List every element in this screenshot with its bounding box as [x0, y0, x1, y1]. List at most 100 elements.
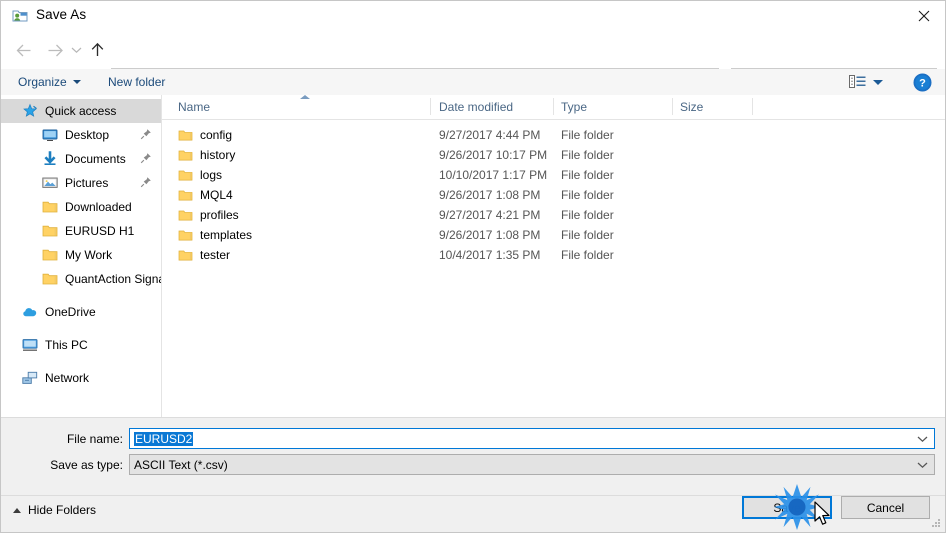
column-divider[interactable]	[430, 98, 431, 115]
table-row[interactable]: profiles 9/27/2017 4:21 PM File folder	[162, 206, 945, 226]
help-question-icon: ?	[913, 73, 932, 92]
pin-icon[interactable]	[140, 176, 152, 188]
sidebar-item-label: EURUSD H1	[65, 224, 135, 238]
file-date: 9/26/2017 1:08 PM	[439, 228, 541, 242]
network-icon	[22, 370, 38, 386]
folder-icon	[178, 229, 193, 242]
save-as-type-dropdown-button[interactable]	[914, 455, 930, 474]
column-header-name[interactable]: Name	[178, 100, 210, 114]
sidebar-item-label: QuantAction Signal	[65, 272, 161, 286]
file-type: File folder	[561, 248, 614, 262]
table-row[interactable]: MQL4 9/26/2017 1:08 PM File folder	[162, 186, 945, 206]
sidebar-item-eurusd-h1[interactable]: EURUSD H1	[1, 219, 161, 243]
table-row[interactable]: history 9/26/2017 10:17 PM File folder	[162, 146, 945, 166]
pictures-image-icon	[42, 175, 58, 191]
sidebar-item-label: Pictures	[65, 176, 109, 190]
folder-icon	[42, 223, 58, 239]
new-folder-button[interactable]: New folder	[108, 73, 165, 91]
file-date: 9/27/2017 4:44 PM	[439, 128, 541, 142]
sidebar-item-label: This PC	[45, 338, 88, 352]
documents-download-icon	[42, 151, 58, 167]
folder-icon	[178, 249, 193, 262]
file-type: File folder	[561, 228, 614, 242]
file-list-pane[interactable]: Name Date modified Type Size config 9/27/…	[162, 95, 945, 417]
sidebar-item-quantaction-signal[interactable]: QuantAction Signal	[1, 267, 161, 291]
file-type: File folder	[561, 148, 614, 162]
save-as-dialog: Save As Organize New folder ? Quick acce…	[0, 0, 946, 533]
sidebar-item-label: Network	[45, 371, 90, 385]
title-bar: Save As	[1, 1, 945, 31]
file-name-label: File name:	[66, 432, 123, 446]
recent-locations-button[interactable]	[67, 39, 85, 61]
save-as-type-value[interactable]: ASCII Text (*.csv)	[134, 458, 228, 472]
column-header-size[interactable]: Size	[680, 100, 703, 114]
file-name-value[interactable]: EURUSD2	[134, 432, 194, 446]
up-one-level-button[interactable]	[85, 39, 109, 61]
sidebar-item-quick-access[interactable]: Quick access	[1, 99, 161, 123]
table-row[interactable]: logs 10/10/2017 1:17 PM File folder	[162, 166, 945, 186]
sidebar-item-label: OneDrive	[45, 305, 96, 319]
chevron-down-icon	[71, 47, 81, 54]
save-as-folder-person-icon	[12, 8, 28, 24]
file-name: templates	[200, 228, 253, 242]
arrow-up-icon	[91, 42, 103, 56]
chevron-down-icon	[917, 462, 927, 468]
column-divider[interactable]	[672, 98, 673, 115]
file-name: MQL4	[200, 188, 233, 202]
sidebar-item-desktop[interactable]: Desktop	[1, 123, 161, 147]
save-as-type-label: Save as type:	[50, 458, 123, 472]
sort-ascending-icon	[300, 95, 310, 99]
sidebar-item-label: Desktop	[65, 128, 110, 142]
file-name: tester	[200, 248, 231, 262]
sidebar-item-documents[interactable]: Documents	[1, 147, 161, 171]
table-row[interactable]: config 9/27/2017 4:44 PM File folder	[162, 126, 945, 146]
file-name-input[interactable]: EURUSD2	[129, 428, 935, 449]
sidebar-item-label: Quick access	[45, 104, 117, 118]
sidebar-item-network[interactable]: Network	[1, 366, 161, 390]
folder-icon	[178, 149, 193, 162]
view-dropdown-caret-icon[interactable]	[873, 80, 883, 85]
save-button[interactable]: Save	[742, 496, 832, 519]
folder-icon	[178, 209, 193, 222]
navigation-sidebar[interactable]: Quick access Desktop Documents Pictures Down…	[1, 95, 162, 417]
toolbar: Organize New folder ?	[1, 69, 945, 96]
file-type: File folder	[561, 188, 614, 202]
table-row[interactable]: templates 9/26/2017 1:08 PM File folder	[162, 226, 945, 246]
column-divider[interactable]	[553, 98, 554, 115]
view-details-icon[interactable]	[849, 74, 867, 90]
hide-folders-button[interactable]: Hide Folders	[13, 503, 96, 517]
back-button[interactable]	[11, 39, 35, 61]
chevron-down-icon	[917, 436, 927, 442]
column-header-date[interactable]: Date modified	[439, 100, 513, 114]
pin-icon[interactable]	[140, 152, 152, 164]
file-date: 10/10/2017 1:17 PM	[439, 168, 548, 182]
sidebar-item-label: Downloaded	[65, 200, 132, 214]
chevron-up-icon	[13, 507, 21, 513]
onedrive-cloud-icon	[22, 304, 38, 320]
close-button[interactable]	[901, 1, 945, 31]
folder-icon	[42, 199, 58, 215]
save-as-type-select[interactable]: ASCII Text (*.csv)	[129, 454, 935, 475]
column-divider[interactable]	[752, 98, 753, 115]
column-header-type[interactable]: Type	[561, 100, 587, 114]
file-type: File folder	[561, 168, 614, 182]
resize-grip-icon[interactable]	[930, 517, 942, 529]
table-row[interactable]: tester 10/4/2017 1:35 PM File folder	[162, 246, 945, 266]
sidebar-item-onedrive[interactable]: OneDrive	[1, 300, 161, 324]
sidebar-item-my-work[interactable]: My Work	[1, 243, 161, 267]
sidebar-item-label: My Work	[65, 248, 113, 262]
file-name: logs	[200, 168, 223, 182]
help-button[interactable]: ?	[913, 73, 932, 92]
organize-button[interactable]: Organize	[18, 73, 81, 91]
organize-label: Organize	[18, 75, 67, 89]
cancel-button[interactable]: Cancel	[841, 496, 930, 519]
forward-button[interactable]	[43, 39, 67, 61]
sidebar-item-label: Documents	[65, 152, 126, 166]
file-name-dropdown-button[interactable]	[914, 429, 930, 448]
sidebar-item-this-pc[interactable]: This PC	[1, 333, 161, 357]
sidebar-item-pictures[interactable]: Pictures	[1, 171, 161, 195]
pin-icon[interactable]	[140, 128, 152, 140]
sidebar-item-downloaded[interactable]: Downloaded	[1, 195, 161, 219]
